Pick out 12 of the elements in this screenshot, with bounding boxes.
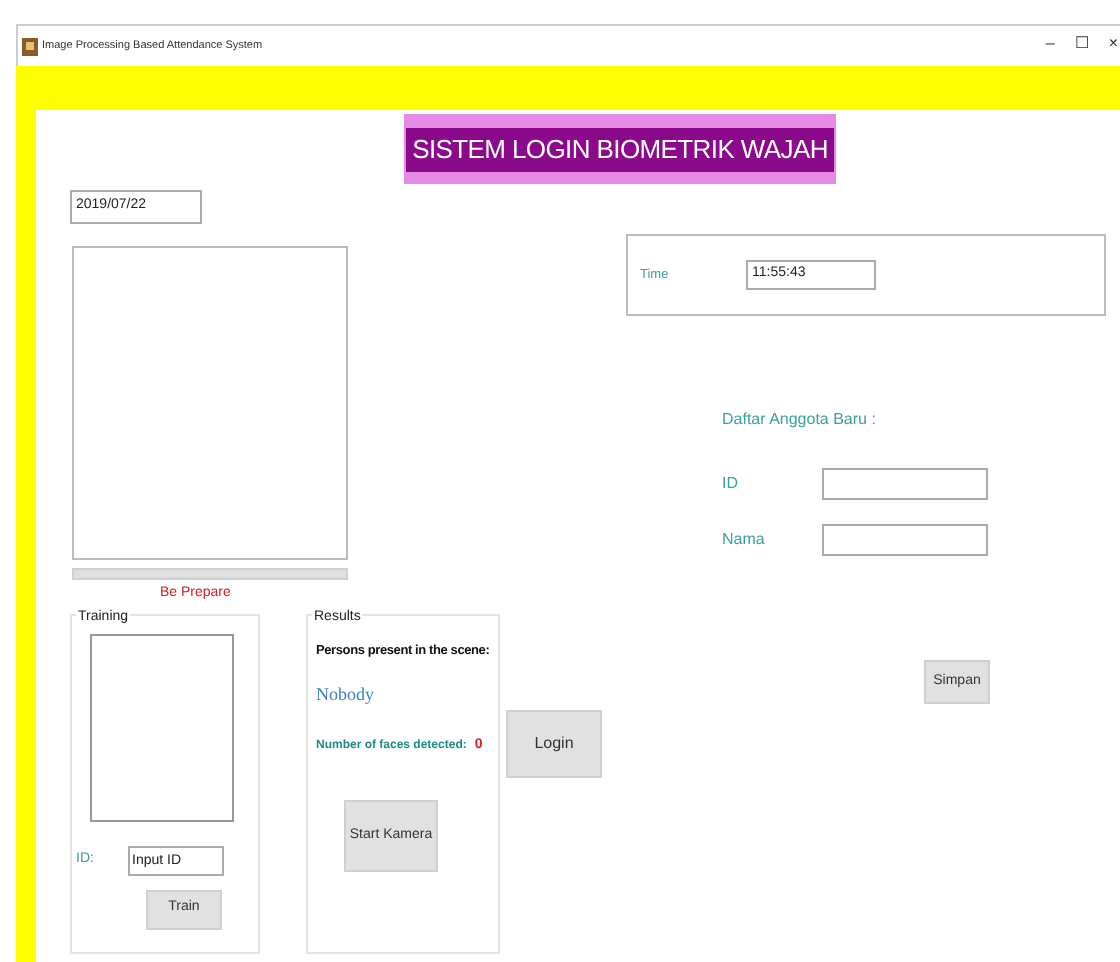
login-button[interactable]: Login bbox=[506, 709, 602, 777]
register-heading: Daftar Anggota Baru : bbox=[722, 408, 878, 432]
persons-value: Nobody bbox=[316, 682, 376, 709]
text-field[interactable] bbox=[822, 524, 988, 556]
text-field[interactable] bbox=[822, 468, 988, 500]
minimize-button[interactable]: – bbox=[1045, 32, 1055, 56]
close-button[interactable]: × bbox=[1108, 32, 1118, 56]
field-label: ID bbox=[722, 472, 740, 496]
banner-title: SISTEM LOGIN BIOMETRIK WAJAH bbox=[406, 127, 834, 171]
field-label: Nama bbox=[722, 528, 767, 552]
maximize-button[interactable]: ☐ bbox=[1074, 32, 1089, 56]
app-icon bbox=[22, 37, 38, 55]
